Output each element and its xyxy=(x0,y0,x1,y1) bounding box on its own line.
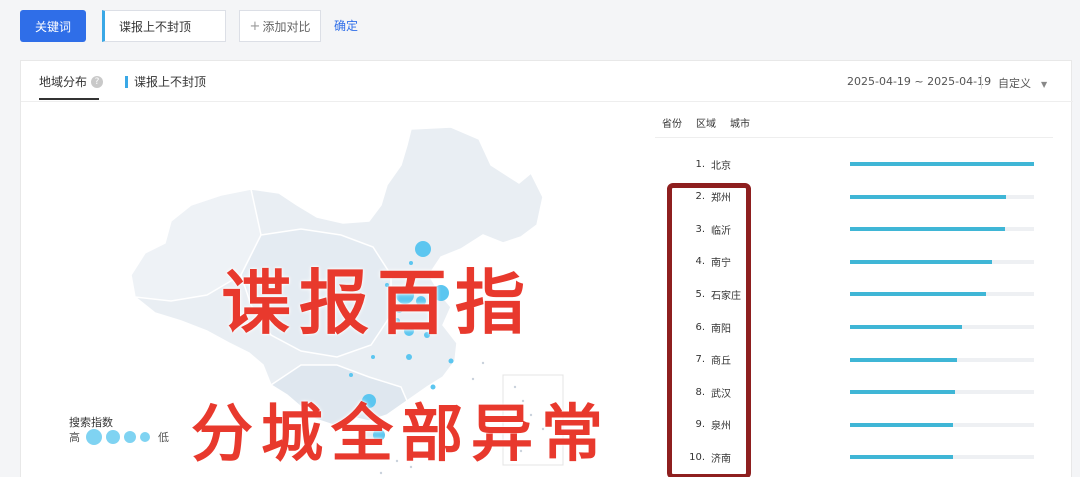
rank-number: 1. xyxy=(695,158,705,170)
rank-bar-fill xyxy=(850,455,954,460)
rank-bar-track xyxy=(850,227,1034,232)
legend-title: 搜索指数 xyxy=(69,416,113,429)
rank-bar-fill xyxy=(850,259,992,264)
rank-bar-fill xyxy=(850,422,954,427)
legend-bubble-1 xyxy=(86,429,102,445)
add-compare-label: 添加对比 xyxy=(262,19,311,34)
rank-bar-track xyxy=(850,292,1034,297)
rank-bar-track xyxy=(850,259,1034,264)
custom-range-label: 自定义 xyxy=(998,77,1031,90)
tab-city[interactable]: 城市 xyxy=(730,115,750,130)
highlight-box xyxy=(667,183,751,477)
rank-bar-fill xyxy=(850,194,1007,199)
legend-bubble-3 xyxy=(124,431,136,443)
plus-icon: + xyxy=(249,18,261,34)
date-separator xyxy=(981,75,982,89)
date-range-picker[interactable]: 2025-04-19 ~ 2025-04-19 xyxy=(847,75,991,88)
legend-high-label: 高 xyxy=(69,431,80,444)
legend-bubble-4 xyxy=(140,432,150,442)
keyword-button[interactable]: 关键词 xyxy=(20,10,86,42)
scope-divider xyxy=(655,137,1053,138)
tab-area[interactable]: 区域 xyxy=(696,115,716,130)
rank-bar-fill xyxy=(850,325,963,329)
caret-down-icon: ▼ xyxy=(1041,80,1048,89)
rank-bar-track xyxy=(850,357,1034,362)
confirm-link[interactable]: 确定 xyxy=(334,17,358,34)
tab-region-label: 地域分布 xyxy=(39,75,88,89)
region-panel: 地域分布 ? 谍报上不封顶 2025-04-19 ~ 2025-04-19 自定… xyxy=(20,60,1073,477)
ranking-row[interactable]: 1. 北京 xyxy=(687,156,1057,172)
series-color-marker xyxy=(125,75,128,88)
rank-bar-fill xyxy=(850,227,1005,232)
panel-divider xyxy=(21,101,1073,102)
rank-bar-track xyxy=(850,325,1034,329)
keyword-input[interactable]: 谍报上不封顶 xyxy=(102,10,226,42)
tab-region-distribution[interactable]: 地域分布 ? xyxy=(39,73,104,90)
rank-bar-fill xyxy=(850,292,987,297)
tab-province[interactable]: 省份 xyxy=(662,115,682,130)
rank-city-name: 北京 xyxy=(711,160,731,172)
rank-bar-track xyxy=(850,455,1034,460)
tab-active-indicator xyxy=(39,98,99,100)
rank-bar-fill xyxy=(850,390,955,395)
add-compare-button[interactable]: + 添加对比 xyxy=(239,10,321,42)
rank-bar-track xyxy=(850,194,1034,199)
keyword-series-text: 谍报上不封顶 xyxy=(134,75,207,89)
help-icon[interactable]: ? xyxy=(91,75,104,88)
rank-bar-fill xyxy=(850,162,1034,166)
rank-bar-fill xyxy=(850,357,957,362)
scope-tabs: 省份 区域 城市 xyxy=(662,115,750,130)
legend-low-label: 低 xyxy=(158,431,169,444)
custom-range-select[interactable]: 自定义 ▼ xyxy=(998,75,1047,91)
rank-bar-track xyxy=(850,162,1034,166)
rank-bar-track xyxy=(850,422,1034,427)
overlay-title-line2: 分城全部异常 xyxy=(191,397,612,470)
legend-bubble-2 xyxy=(106,430,120,444)
overlay-title-line1: 谍报百指 xyxy=(221,262,533,344)
rank-bar-track xyxy=(850,390,1034,395)
legend-scale: 高 低 xyxy=(69,429,169,445)
keyword-series-label: 谍报上不封顶 xyxy=(125,73,206,90)
